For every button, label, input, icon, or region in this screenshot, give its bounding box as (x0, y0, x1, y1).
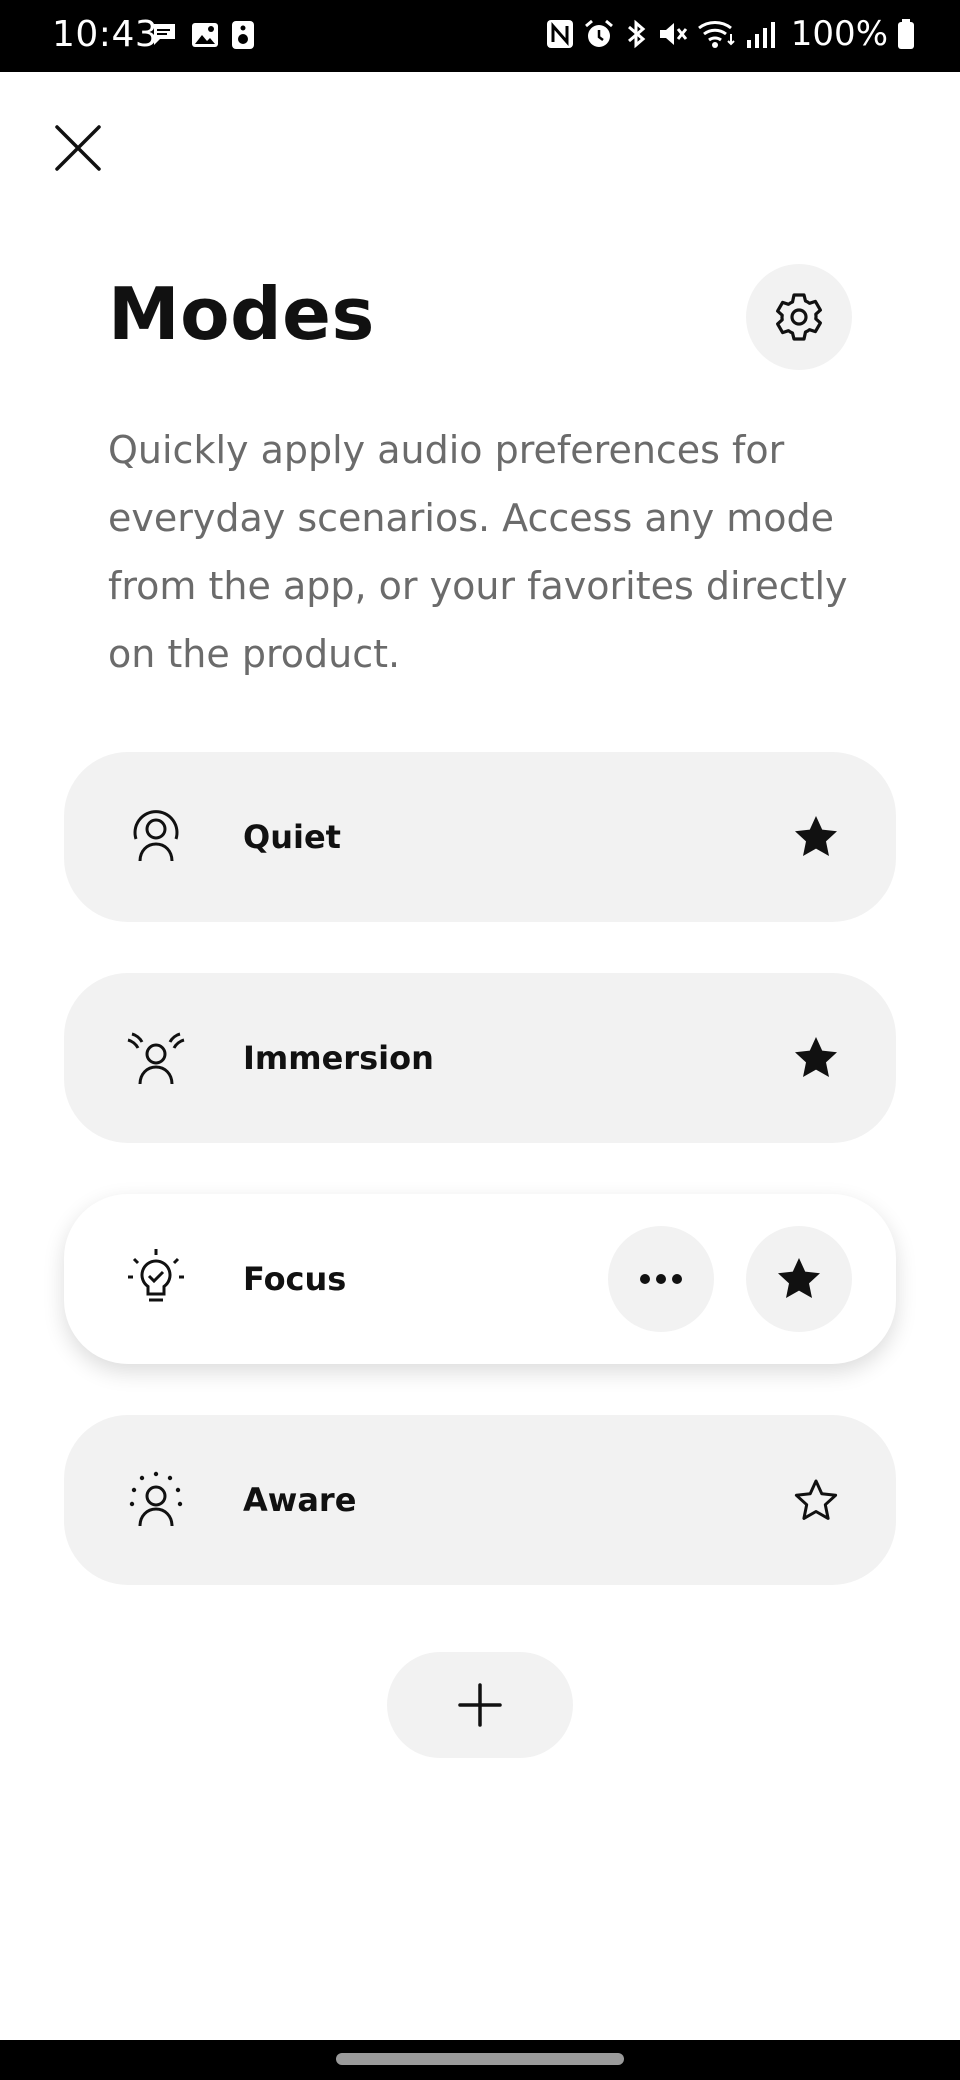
status-time: 10:43 (52, 14, 159, 55)
battery-percent: 100% (790, 14, 888, 54)
page-title: Modes (108, 272, 375, 356)
close-icon (55, 125, 101, 171)
star-filled-icon[interactable] (780, 801, 852, 873)
plus-icon (458, 1683, 502, 1727)
message-icon (150, 20, 180, 55)
image-icon (190, 20, 220, 55)
add-mode-button[interactable] (387, 1652, 573, 1758)
bluetooth-icon (623, 18, 649, 50)
close-button[interactable] (44, 114, 112, 182)
alarm-icon (583, 18, 615, 50)
mute-icon (657, 18, 689, 50)
mode-card-immersion[interactable]: Immersion (64, 973, 896, 1143)
aware-person-icon (120, 1464, 192, 1536)
star-filled-icon (778, 1258, 820, 1298)
favorite-button[interactable] (746, 1226, 852, 1332)
mode-label-quiet: Quiet (243, 818, 341, 856)
wifi-icon (697, 18, 737, 50)
mode-card-quiet[interactable]: Quiet (64, 752, 896, 922)
status-right-icons: 100% (545, 14, 916, 54)
status-bar: 10:43 100% (0, 0, 960, 72)
signal-icon (745, 18, 779, 50)
star-outline-icon[interactable] (780, 1464, 852, 1536)
mode-label-focus: Focus (243, 1260, 347, 1298)
quiet-person-icon (120, 801, 192, 873)
immersion-person-icon (120, 1022, 192, 1094)
mode-card-aware[interactable]: Aware (64, 1415, 896, 1585)
lightbulb-check-icon (120, 1243, 192, 1315)
mode-card-focus[interactable]: Focus (64, 1194, 896, 1364)
status-left-icons (150, 20, 256, 55)
mode-label-immersion: Immersion (243, 1039, 434, 1077)
page-description: Quickly apply audio preferences for ever… (108, 428, 848, 676)
settings-button[interactable] (746, 264, 852, 370)
nfc-icon (545, 18, 575, 50)
star-filled-icon[interactable] (780, 1022, 852, 1094)
home-gesture-handle[interactable] (336, 2053, 624, 2065)
battery-icon (896, 18, 916, 50)
more-horizontal-icon (640, 1274, 682, 1284)
speaker-icon (230, 20, 256, 55)
navigation-bar (0, 2040, 960, 2080)
mode-label-aware: Aware (243, 1481, 357, 1519)
gear-icon (776, 293, 822, 341)
more-options-button[interactable] (608, 1226, 714, 1332)
